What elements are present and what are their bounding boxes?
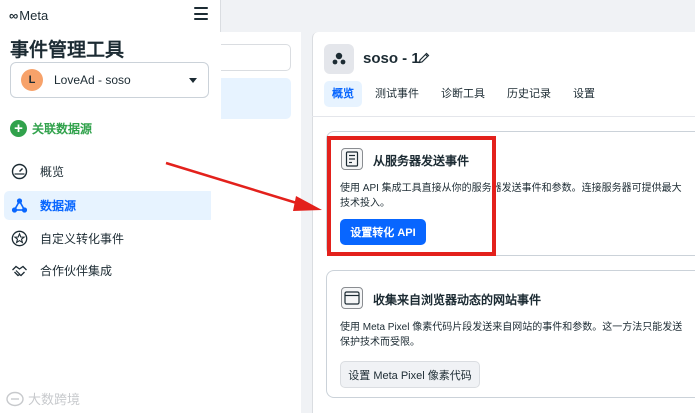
browser-events-desc-line: 保护技术而受限。	[340, 337, 420, 348]
sidebar-item-label: 自定义转化事件	[40, 232, 125, 246]
sidebar-item-custom-conversions[interactable]: 自定义转化事件	[4, 224, 215, 253]
sidebar-item-overview[interactable]: 概览	[4, 157, 215, 186]
pencil-edit-icon[interactable]	[417, 51, 431, 65]
data-source-icon	[324, 44, 354, 74]
data-sources-icon	[10, 197, 28, 215]
account-selector[interactable]: L LoveAd - soso	[10, 62, 209, 98]
connect-data-source-button[interactable]: + 关联数据源	[10, 120, 92, 137]
star-badge-icon	[10, 230, 28, 248]
avatar: L	[21, 69, 43, 91]
tabs-divider	[312, 116, 695, 117]
handshake-icon	[10, 262, 28, 280]
server-events-desc-line: 技术投入。	[340, 198, 390, 209]
sidebar: ∞ Meta 事件管理工具 L LoveAd - soso + 关联数据源 概览…	[0, 0, 221, 413]
tab-settings[interactable]: 设置	[566, 81, 602, 107]
setup-meta-pixel-button[interactable]: 设置 Meta Pixel 像素代码	[340, 361, 480, 388]
watermark-text: 大数跨境	[28, 392, 81, 407]
server-events-desc-line: 使用 API 集成工具直接从你的服务器发送事件和参数。连接服务器可提供最大	[340, 183, 682, 194]
server-events-description: 使用 API 集成工具直接从你的服务器发送事件和参数。连接服务器可提供最大 技术…	[340, 181, 692, 211]
watermark-logo-icon	[6, 391, 24, 406]
data-source-search-input[interactable]	[221, 44, 291, 71]
plus-circle-icon: +	[10, 120, 27, 137]
tab-history[interactable]: 历史记录	[502, 81, 556, 107]
server-icon	[341, 148, 363, 170]
dashboard-gauge-icon	[10, 163, 28, 181]
meta-logo[interactable]: ∞ Meta	[9, 6, 214, 24]
server-events-title: 从服务器发送事件	[373, 154, 470, 168]
browser-window-icon	[341, 287, 363, 309]
sidebar-item-label: 合作伙伴集成	[40, 264, 113, 278]
browser-events-card: 收集来自浏览器动态的网站事件 使用 Meta Pixel 像素代码片段发送来自网…	[326, 270, 695, 398]
meta-infinity-icon: ∞	[9, 7, 18, 23]
caret-down-icon	[189, 78, 197, 83]
connect-data-source-label: 关联数据源	[32, 122, 93, 136]
meta-logo-text: Meta	[19, 7, 49, 23]
page-title: 事件管理工具	[10, 40, 125, 61]
tab-overview[interactable]: 概览	[324, 81, 362, 107]
watermark: 大数跨境	[6, 389, 80, 408]
account-name: LoveAd - soso	[54, 73, 131, 87]
browser-events-desc-line: 使用 Meta Pixel 像素代码片段发送来自网站的事件和参数。这一方法只能发…	[340, 322, 683, 333]
server-events-card: 从服务器发送事件 使用 API 集成工具直接从你的服务器发送事件和参数。连接服务…	[326, 131, 695, 256]
tab-diagnostics[interactable]: 诊断工具	[436, 81, 490, 107]
tab-test-events[interactable]: 测试事件	[370, 81, 424, 107]
data-source-name: soso - 1	[363, 50, 420, 67]
sidebar-item-label: 概览	[40, 165, 65, 179]
sidebar-item-partner-integrations[interactable]: 合作伙伴集成	[4, 256, 215, 285]
data-source-list-item-selected[interactable]	[221, 78, 291, 119]
setup-conversions-api-button[interactable]: 设置转化 API	[340, 219, 426, 245]
sidebar-item-label: 数据源	[40, 199, 77, 213]
browser-events-description: 使用 Meta Pixel 像素代码片段发送来自网站的事件和参数。这一方法只能发…	[340, 320, 692, 350]
browser-events-title: 收集来自浏览器动态的网站事件	[373, 293, 542, 307]
menu-icon[interactable]	[194, 7, 208, 20]
sidebar-item-data-sources[interactable]: 数据源	[4, 191, 215, 220]
